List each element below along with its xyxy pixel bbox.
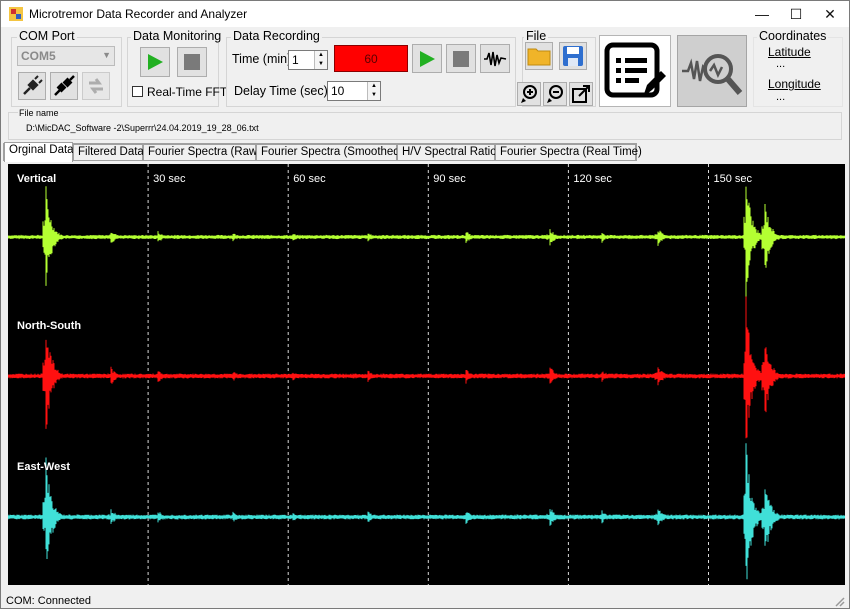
delay-time-input[interactable]: 10 ▲ ▼ <box>327 81 381 101</box>
unplug-icon <box>54 75 75 96</box>
status-text: COM: Connected <box>6 595 91 607</box>
seismogram-plot: 30 sec 60 sec 90 sec 120 sec 150 sec Vertical… <box>8 164 845 585</box>
tick-label: 150 sec <box>714 173 753 185</box>
com-port-label: COM Port <box>17 29 77 43</box>
series-label: Vertical <box>17 173 56 185</box>
close-button[interactable]: ✕ <box>813 1 847 27</box>
tab-filtered-data[interactable]: Filtered Data <box>73 144 144 161</box>
resize-grip-icon[interactable] <box>833 595 845 607</box>
play-icon <box>148 54 163 70</box>
monitor-stop-button[interactable] <box>177 47 207 77</box>
latitude-value: ... <box>776 58 786 70</box>
tick-label: 60 sec <box>293 173 326 185</box>
waveform-button[interactable] <box>480 44 510 73</box>
delay-time-value: 10 <box>331 84 345 98</box>
com-port-select[interactable]: COM5 ▼ <box>17 46 115 66</box>
zoom-out-button[interactable] <box>543 82 567 106</box>
tick-label: 90 sec <box>433 173 466 185</box>
stop-icon <box>184 54 200 70</box>
tab-fourier-raw[interactable]: Fourier Spectra (Raw) <box>143 144 261 161</box>
longitude-link[interactable]: Longitude <box>768 77 821 91</box>
window-title: Microtremor Data Recorder and Analyzer <box>29 7 248 21</box>
tick-label: 120 sec <box>573 173 612 185</box>
series-label: North-South <box>17 320 81 332</box>
file-name-box: File name D:\MicDAC_Software -2\Superrr\… <box>8 108 842 140</box>
series-label: East-West <box>17 461 70 473</box>
latitude-link[interactable]: Latitude <box>768 45 811 59</box>
signal-search-icon <box>682 54 743 95</box>
open-file-button[interactable] <box>525 42 553 70</box>
title-bar: Microtremor Data Recorder and Analyzer —… <box>1 1 849 27</box>
trace-north-south <box>8 296 845 439</box>
counter-value: 60 <box>364 51 378 66</box>
coordinates-label: Coordinates <box>757 29 829 43</box>
stop-icon <box>453 50 469 67</box>
record-stop-button[interactable] <box>446 44 476 73</box>
analyze-button[interactable] <box>677 35 747 107</box>
tab-fourier-smoothed[interactable]: Fourier Spectra (Smoothed) <box>256 144 404 161</box>
delay-time-label: Delay Time (sec) <box>234 84 328 98</box>
spin-arrows-icon[interactable]: ▲ ▼ <box>314 51 327 69</box>
folder-icon <box>527 48 551 66</box>
trace-vertical <box>8 186 845 298</box>
refresh-icon <box>89 78 103 94</box>
tab-hv-ratio[interactable]: H/V Spectral Ratio <box>397 144 497 161</box>
spin-arrows-icon[interactable]: ▲ ▼ <box>367 82 380 100</box>
file-path: D:\MicDAC_Software -2\Superrr\24.04.2019… <box>26 123 259 133</box>
recording-counter: 60 <box>334 45 408 72</box>
tab-fourier-realtime[interactable]: Fourier Spectra (Real Time) <box>495 144 642 161</box>
chevron-down-icon: ▼ <box>102 50 111 60</box>
connect-button[interactable] <box>18 72 46 100</box>
export-button[interactable] <box>569 82 593 106</box>
save-icon <box>563 46 583 66</box>
zoom-out-icon <box>547 85 563 103</box>
time-input[interactable]: 1 ▲ ▼ <box>288 50 328 70</box>
file-group-label: File <box>524 29 549 43</box>
com-port-value: COM5 <box>21 49 56 63</box>
record-start-button[interactable] <box>412 44 442 73</box>
export-icon <box>572 85 590 103</box>
play-icon <box>420 50 435 67</box>
data-recording-label: Data Recording <box>231 29 322 43</box>
minimize-button[interactable]: — <box>745 1 779 27</box>
tick-label: 30 sec <box>153 173 186 185</box>
time-label: Time (min) <box>232 52 292 66</box>
disconnect-button[interactable] <box>50 72 78 100</box>
status-bar: COM: Connected <box>1 592 849 609</box>
waveform-icon <box>484 51 507 66</box>
trace-east-west <box>8 443 845 580</box>
realtime-fft-label: Real-Time FFT <box>147 85 228 99</box>
save-file-button[interactable] <box>559 42 587 70</box>
data-monitoring-label: Data Monitoring <box>131 29 224 43</box>
app-icon <box>9 7 23 21</box>
report-edit-icon <box>604 42 666 98</box>
monitor-start-button[interactable] <box>140 47 170 77</box>
file-name-label: File name <box>18 108 60 118</box>
longitude-value: ... <box>776 91 786 103</box>
refresh-button[interactable] <box>82 72 110 100</box>
report-button[interactable] <box>599 35 671 107</box>
realtime-fft-checkbox[interactable] <box>132 86 143 97</box>
tab-original-data[interactable]: Orginal Data <box>4 142 74 162</box>
maximize-button[interactable]: ☐ <box>779 1 813 27</box>
plug-icon <box>23 75 43 95</box>
zoom-in-icon <box>521 85 537 103</box>
zoom-in-button[interactable] <box>517 82 541 106</box>
time-value: 1 <box>292 53 299 67</box>
main-window: Microtremor Data Recorder and Analyzer —… <box>0 0 850 609</box>
